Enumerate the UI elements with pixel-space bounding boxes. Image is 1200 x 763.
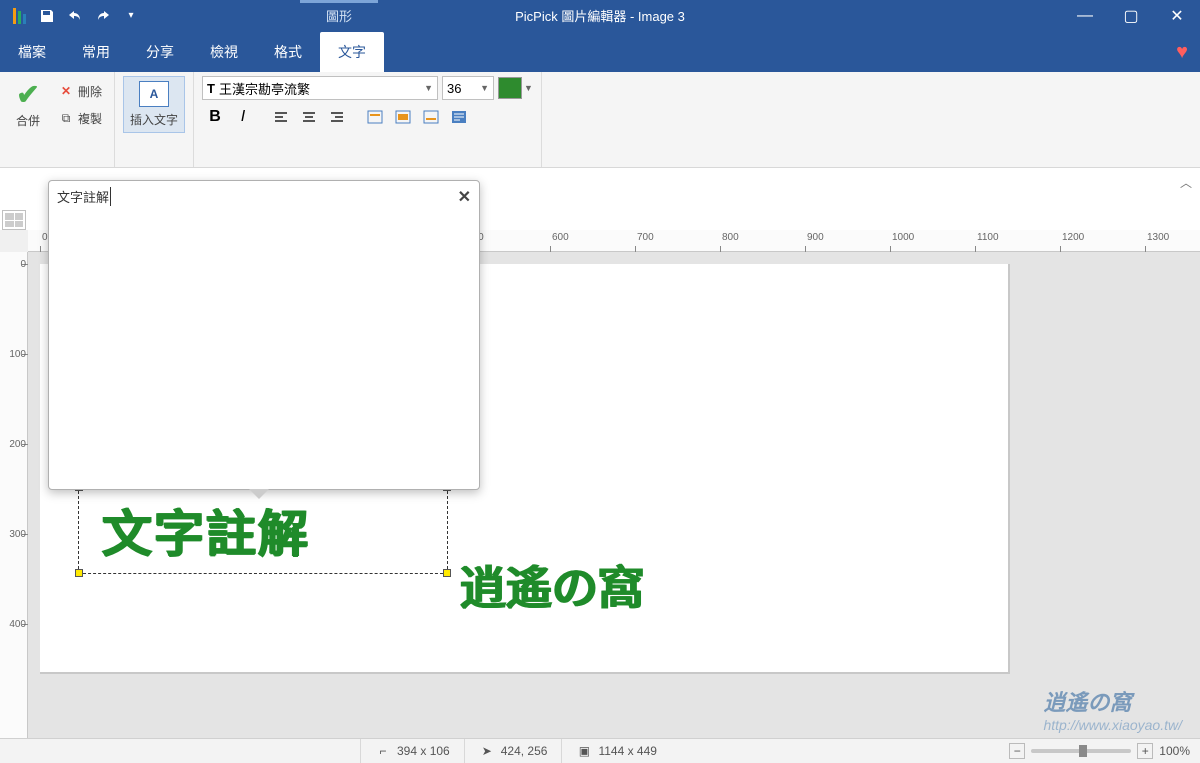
tab-share[interactable]: 分享 (128, 32, 192, 72)
text-box-style-3[interactable] (418, 104, 444, 130)
thumbnail-grid-icon[interactable] (2, 210, 26, 230)
window-controls: — ▢ ✕ (1062, 0, 1200, 31)
text-input-popup: 文字註解 ✕ (48, 180, 480, 490)
bold-button[interactable]: B (202, 104, 228, 130)
watermark: 逍遙の窩 http://www.xiaoyao.tw/ (1043, 685, 1182, 733)
status-spacer (0, 739, 360, 763)
align-right-button[interactable] (324, 104, 350, 130)
minimize-button[interactable]: — (1062, 0, 1108, 31)
titlebar: ▾ 圖形 PicPick 圖片編輯器 - Image 3 — ▢ ✕ (0, 0, 1200, 31)
qat-more-button[interactable]: ▾ (118, 3, 144, 29)
font-size-dropdown[interactable]: 36 ▼ (442, 76, 494, 100)
maximize-button[interactable]: ▢ (1108, 0, 1154, 31)
font-name-dropdown[interactable]: T 王漢宗勘亭流繁 ▼ (202, 76, 438, 100)
zoom-thumb[interactable] (1079, 745, 1087, 757)
copy-icon: ⧉ (58, 110, 74, 126)
tab-file[interactable]: 檔案 (0, 32, 64, 72)
merge-label: 合併 (16, 112, 40, 129)
popup-text-input[interactable]: 文字註解 (57, 187, 111, 206)
insert-text-label: 插入文字 (130, 111, 178, 128)
copy-button[interactable]: ⧉ 複製 (54, 108, 106, 129)
thumbnail-strip (0, 208, 28, 232)
status-selection-size: ⌐ 394 x 106 (360, 739, 464, 763)
align-center-button[interactable] (296, 104, 322, 130)
zoom-value: 100% (1159, 744, 1190, 758)
window-title: PicPick 圖片編輯器 - Image 3 (515, 6, 685, 25)
delete-label: 刪除 (78, 83, 102, 100)
image-size-icon: ▣ (576, 743, 592, 759)
selection-size-icon: ⌐ (375, 743, 391, 759)
italic-button[interactable]: I (230, 104, 256, 130)
zoom-in-button[interactable]: + (1137, 743, 1153, 759)
vertical-ruler: 0100200300400 (0, 252, 28, 738)
redo-button[interactable] (90, 3, 116, 29)
chevron-down-icon: ▼ (480, 83, 489, 93)
font-color-swatch[interactable] (498, 77, 522, 99)
zoom-slider[interactable] (1031, 749, 1131, 753)
canvas-text-watermark[interactable]: 逍遙の窩 (460, 552, 644, 618)
group-font: T 王漢宗勘亭流繁 ▼ 36 ▼ ▼ B I (194, 72, 542, 167)
zoom-out-button[interactable]: − (1009, 743, 1025, 759)
font-name-value: 王漢宗勘亭流繁 (219, 79, 310, 98)
zoom-controls: − + 100% (1009, 743, 1200, 759)
resize-handle-br[interactable] (443, 569, 451, 577)
tab-text[interactable]: 文字 (320, 32, 384, 72)
statusbar: ⌐ 394 x 106 ➤ 424, 256 ▣ 1144 x 449 − + … (0, 738, 1200, 763)
text-box-style-2[interactable] (390, 104, 416, 130)
watermark-title: 逍遙の窩 (1043, 685, 1182, 717)
group-actions: ✔ 合併 ✕ 刪除 ⧉ 複製 (0, 72, 115, 167)
align-left-button[interactable] (268, 104, 294, 130)
collapse-ribbon-button[interactable]: ︿ (1180, 174, 1192, 191)
tab-format[interactable]: 格式 (256, 32, 320, 72)
delete-icon: ✕ (58, 83, 74, 99)
delete-button[interactable]: ✕ 刪除 (54, 81, 106, 102)
cursor-icon: ➤ (479, 743, 495, 759)
popup-close-button[interactable]: ✕ (458, 187, 471, 207)
merge-button[interactable]: ✔ 合併 (8, 76, 48, 133)
insert-text-button[interactable]: A 插入文字 (123, 76, 185, 133)
font-size-value: 36 (447, 81, 461, 96)
status-image-size: ▣ 1144 x 449 (561, 739, 671, 763)
chevron-down-icon: ▼ (424, 83, 433, 93)
status-cursor-pos: ➤ 424, 256 (464, 739, 562, 763)
tab-view[interactable]: 檢視 (192, 32, 256, 72)
ribbon-tabs: 檔案 常用 分享 檢視 格式 文字 ♥ (0, 31, 1200, 72)
quick-access-toolbar: ▾ (0, 3, 144, 29)
selection-box[interactable] (78, 486, 448, 574)
save-button[interactable] (34, 3, 60, 29)
copy-label: 複製 (78, 110, 102, 127)
undo-button[interactable] (62, 3, 88, 29)
app-logo[interactable] (6, 3, 32, 29)
text-box-style-1[interactable] (362, 104, 388, 130)
close-button[interactable]: ✕ (1154, 0, 1200, 31)
text-box-style-4[interactable] (446, 104, 472, 130)
context-tab-shape: 圖形 (300, 0, 378, 31)
check-icon: ✔ (14, 80, 42, 108)
chevron-down-icon[interactable]: ▼ (524, 83, 533, 93)
tab-home[interactable]: 常用 (64, 32, 128, 72)
insert-text-icon: A (139, 81, 169, 107)
heart-icon[interactable]: ♥ (1176, 41, 1188, 64)
ribbon: ✔ 合併 ✕ 刪除 ⧉ 複製 A 插入文字 T 王漢宗勘 (0, 72, 1200, 168)
watermark-url: http://www.xiaoyao.tw/ (1043, 717, 1182, 733)
resize-handle-bl[interactable] (75, 569, 83, 577)
group-insert-text: A 插入文字 (115, 72, 194, 167)
